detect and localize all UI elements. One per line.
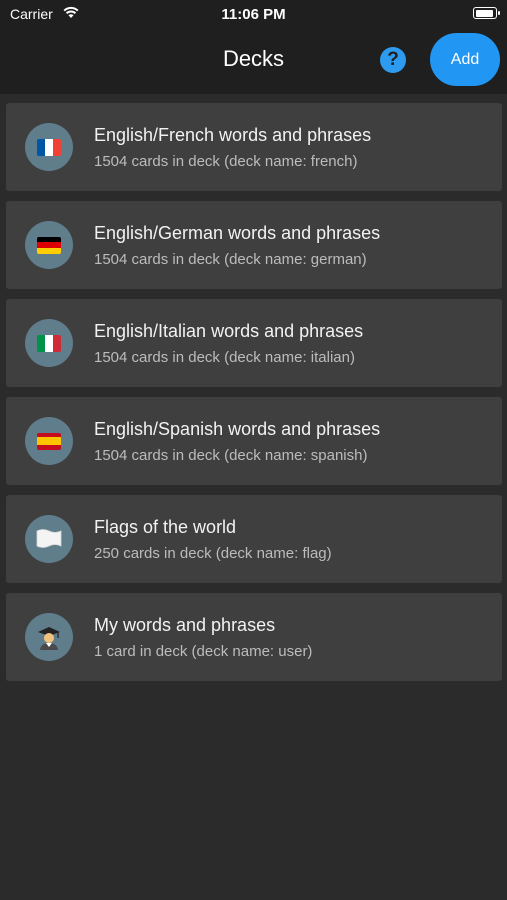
deck-subtitle: 1 card in deck (deck name: user): [94, 643, 313, 660]
deck-title: Flags of the world: [94, 517, 237, 537]
deck-avatar: [25, 417, 73, 465]
deck-avatar: [25, 613, 73, 661]
deck-title: English/Italian words and phrases: [94, 321, 364, 341]
deck-avatar: [25, 319, 73, 367]
add-deck-button[interactable]: Add: [430, 33, 500, 86]
deck-avatar: [25, 221, 73, 269]
deck-title: My words and phrases: [94, 615, 276, 635]
deck-avatar: [25, 515, 73, 563]
deck-item-french[interactable]: English/French words and phrases 1504 ca…: [6, 103, 502, 191]
deck-subtitle: 1504 cards in deck (deck name: italian): [94, 349, 355, 366]
battery-fill: [475, 9, 493, 17]
deck-item-german[interactable]: English/German words and phrases 1504 ca…: [6, 201, 502, 289]
deck-item-flags[interactable]: Flags of the world 250 cards in deck (de…: [6, 495, 502, 583]
status-bar: Carrier 11:06 PM: [0, 0, 507, 28]
deck-title: English/Spanish words and phrases: [94, 419, 381, 439]
french-flag-icon: [37, 138, 61, 156]
italian-flag-icon: [37, 334, 61, 352]
help-button[interactable]: ?: [380, 47, 406, 73]
deck-subtitle: 1504 cards in deck (deck name: spanish): [94, 447, 368, 464]
deck-item-spanish[interactable]: English/Spanish words and phrases 1504 c…: [6, 397, 502, 485]
deck-subtitle: 1504 cards in deck (deck name: french): [94, 153, 358, 170]
battery-icon: [473, 7, 500, 19]
spanish-flag-icon: [37, 432, 61, 450]
navigation-bar: Decks ? Add: [0, 28, 507, 94]
deck-avatar: [25, 123, 73, 171]
student-icon: [38, 627, 60, 650]
deck-subtitle: 250 cards in deck (deck name: flag): [94, 545, 332, 562]
deck-subtitle: 1504 cards in deck (deck name: german): [94, 251, 367, 268]
deck-list: English/French words and phrases 1504 ca…: [6, 103, 502, 691]
status-time: 11:06 PM: [221, 6, 286, 23]
german-flag-icon: [37, 236, 61, 254]
deck-title: English/French words and phrases: [94, 125, 372, 145]
deck-title: English/German words and phrases: [94, 223, 381, 243]
deck-item-user[interactable]: My words and phrases 1 card in deck (dec…: [6, 593, 502, 681]
white-flag-icon: [36, 529, 62, 548]
deck-item-italian[interactable]: English/Italian words and phrases 1504 c…: [6, 299, 502, 387]
